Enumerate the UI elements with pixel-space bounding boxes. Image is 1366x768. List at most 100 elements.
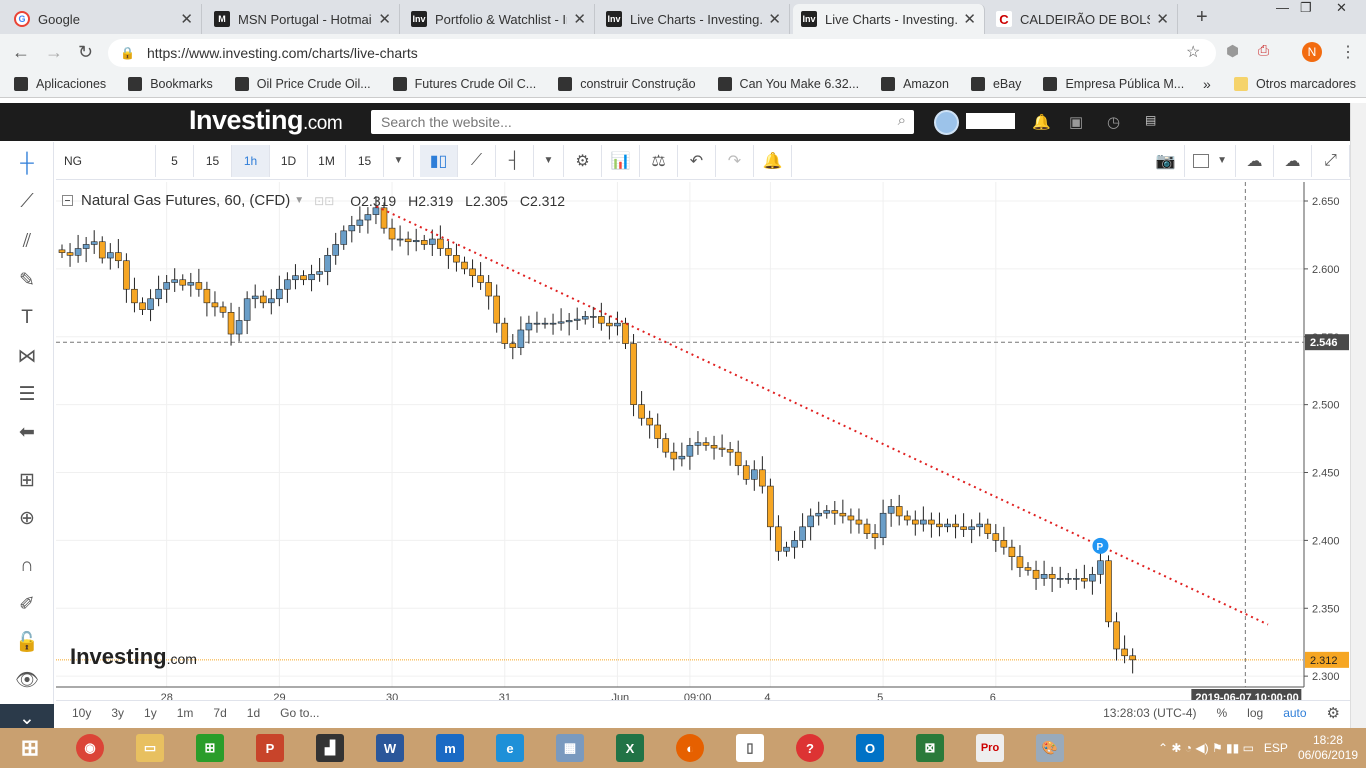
paint-taskbar-icon[interactable]: 🎨 — [1020, 728, 1080, 768]
chart-type-dropdown[interactable]: ▼ — [534, 144, 564, 177]
chrome-taskbar-icon[interactable]: ◉ — [60, 728, 120, 768]
browser-tab[interactable]: Inv Live Charts - Investing.co ✕ — [598, 4, 790, 34]
range-button[interactable]: 3y — [101, 706, 134, 720]
lock-drawing-icon[interactable]: ✐ — [0, 590, 54, 618]
extension-shield-icon[interactable]: ⬢ — [1226, 42, 1239, 60]
powerpoint-taskbar-icon[interactable]: P — [240, 728, 300, 768]
browser-tab[interactable]: G Google ✕ — [6, 4, 202, 34]
log-toggle[interactable]: log — [1237, 706, 1273, 720]
help-taskbar-icon[interactable]: ? — [780, 728, 840, 768]
firefox-taskbar-icon[interactable]: ◐ — [660, 728, 720, 768]
range-button[interactable]: 1m — [167, 706, 204, 720]
redo-icon[interactable]: ↷ — [716, 144, 754, 177]
magnet-icon[interactable]: ∩ — [0, 552, 54, 580]
cloud-save-icon[interactable]: ☁ — [1274, 144, 1312, 177]
zoom-icon[interactable]: ⊕ — [0, 504, 54, 532]
minimize-button[interactable]: — — [1276, 0, 1289, 15]
candles-chart-type-button[interactable]: ▮▯ — [420, 144, 458, 177]
tray-icons[interactable]: ⌃ ✱ ◔ ◀) ⚑ ▮▮ ▭ — [1158, 741, 1254, 755]
line-chart-type-button[interactable]: ⟋ — [458, 144, 496, 177]
brush-icon[interactable]: ✎ — [0, 266, 54, 294]
browser-tab[interactable]: M MSN Portugal - Hotmail, ✕ — [206, 4, 400, 34]
store-taskbar-icon[interactable]: ⊞ — [180, 728, 240, 768]
system-clock[interactable]: 18:28 06/06/2019 — [1298, 733, 1358, 763]
camera-icon[interactable]: 📷 — [1147, 144, 1186, 177]
more-bookmarks-button[interactable]: » — [1203, 76, 1211, 92]
text-tool-icon[interactable]: T — [0, 304, 54, 332]
file-taskbar-icon[interactable]: ▯ — [720, 728, 780, 768]
bookmark-item[interactable]: Empresa Pública M... — [1043, 76, 1184, 91]
interval-button[interactable]: 1M — [308, 144, 346, 177]
language-indicator[interactable]: ESP — [1264, 741, 1288, 755]
collapse-legend-icon[interactable] — [62, 195, 73, 206]
ie-taskbar-icon[interactable]: e — [480, 728, 540, 768]
restore-button[interactable]: ❐ — [1300, 0, 1312, 16]
close-window-button[interactable]: ✕ — [1336, 0, 1347, 16]
chart-app-taskbar-icon[interactable]: ▟ — [300, 728, 360, 768]
range-button[interactable]: 1d — [237, 706, 270, 720]
url-field[interactable]: 🔒 https://www.investing.com/charts/live-… — [108, 39, 1216, 67]
bars-chart-type-button[interactable]: ┤ — [496, 144, 534, 177]
outlook-taskbar-icon[interactable]: O — [840, 728, 900, 768]
legend-settings-icon[interactable]: ⊡⊡ — [314, 194, 334, 208]
pdf-extension-icon[interactable]: ⎙ — [1258, 42, 1269, 59]
pattern-icon[interactable]: ⋈ — [0, 342, 54, 370]
fib-icon[interactable]: ☰ — [0, 380, 54, 408]
close-tab-icon[interactable]: ✕ — [378, 10, 391, 28]
start-button[interactable]: ⊞ — [0, 728, 60, 768]
interval-button[interactable]: 15 — [194, 144, 232, 177]
settings-gear-icon[interactable]: ⚙ — [564, 144, 602, 177]
interval-button[interactable]: 15 — [346, 144, 384, 177]
bookmark-item[interactable]: Aplicaciones — [14, 76, 106, 91]
bookmark-item[interactable]: Bookmarks — [128, 76, 213, 91]
pro-taskbar-icon[interactable]: Pro — [960, 728, 1020, 768]
maxthon-taskbar-icon[interactable]: m — [420, 728, 480, 768]
symbol-input[interactable]: NG — [56, 144, 156, 177]
excel-taskbar-icon[interactable]: X — [600, 728, 660, 768]
price-chart[interactable]: P2.6502.6002.5502.5002.4502.4002.3502.30… — [56, 182, 1350, 702]
spreadsheet-taskbar-icon[interactable]: ⊠ — [900, 728, 960, 768]
clock-icon[interactable]: ◷ — [1107, 113, 1120, 131]
star-icon[interactable]: ☆ — [1186, 42, 1200, 62]
undo-icon[interactable]: ↶ — [678, 144, 716, 177]
unlock-icon[interactable]: 🔓 — [0, 628, 54, 656]
chart-settings-icon[interactable]: ⚙ — [1317, 704, 1350, 722]
interval-dropdown[interactable]: ▼ — [384, 144, 414, 177]
portfolio-icon[interactable]: ▣ — [1069, 113, 1083, 131]
eye-icon[interactable]: 👁 — [0, 666, 54, 694]
bookmark-item[interactable]: construir Construção — [558, 76, 696, 91]
expand-icon[interactable]: ⤢ — [1312, 144, 1350, 177]
cloud-load-icon[interactable]: ☁ — [1236, 144, 1274, 177]
close-tab-icon[interactable]: ✕ — [768, 10, 781, 28]
bookmark-item[interactable]: Amazon — [881, 76, 949, 91]
search-input[interactable]: Search the website... ⌕ — [371, 110, 914, 134]
range-button[interactable]: 1y — [134, 706, 167, 720]
close-tab-icon[interactable]: ✕ — [1156, 10, 1169, 28]
range-button[interactable]: 10y — [62, 706, 101, 720]
profile-avatar[interactable]: N — [1302, 42, 1322, 62]
measure-icon[interactable]: ⊞ — [0, 466, 54, 494]
close-tab-icon[interactable]: ✕ — [963, 10, 976, 28]
interval-button[interactable]: 5 — [156, 144, 194, 177]
bookmark-item[interactable]: Oil Price Crude Oil... — [234, 76, 371, 91]
browser-tab[interactable]: Inv Portfolio & Watchlist - In ✕ — [403, 4, 595, 34]
fullscreen-layout-button[interactable]: ▼ — [1185, 144, 1236, 177]
other-bookmarks[interactable]: Otros marcadores — [1234, 76, 1356, 91]
user-name-redacted[interactable] — [966, 113, 1015, 129]
close-tab-icon[interactable]: ✕ — [573, 10, 586, 28]
calculator-taskbar-icon[interactable]: ▦ — [540, 728, 600, 768]
browser-tab[interactable]: C CALDEIRÃO DE BOLSA - ✕ — [988, 4, 1178, 34]
pitchfork-icon[interactable]: ⫽ — [0, 228, 54, 256]
bookmark-item[interactable]: Can You Make 6.32... — [717, 76, 859, 91]
investing-logo[interactable]: Investing.com — [189, 105, 343, 136]
word-taskbar-icon[interactable]: W — [360, 728, 420, 768]
user-avatar[interactable] — [934, 110, 959, 135]
interval-button[interactable]: 1D — [270, 144, 308, 177]
range-button[interactable]: 7d — [203, 706, 236, 720]
bookmark-item[interactable]: eBay — [970, 76, 1021, 91]
interval-button[interactable]: 1h — [232, 144, 270, 177]
close-tab-icon[interactable]: ✕ — [180, 10, 193, 28]
search-icon[interactable]: ⌕ — [898, 112, 906, 129]
back-icon[interactable]: ← — [12, 42, 30, 63]
bookmark-item[interactable]: Futures Crude Oil C... — [392, 76, 536, 91]
